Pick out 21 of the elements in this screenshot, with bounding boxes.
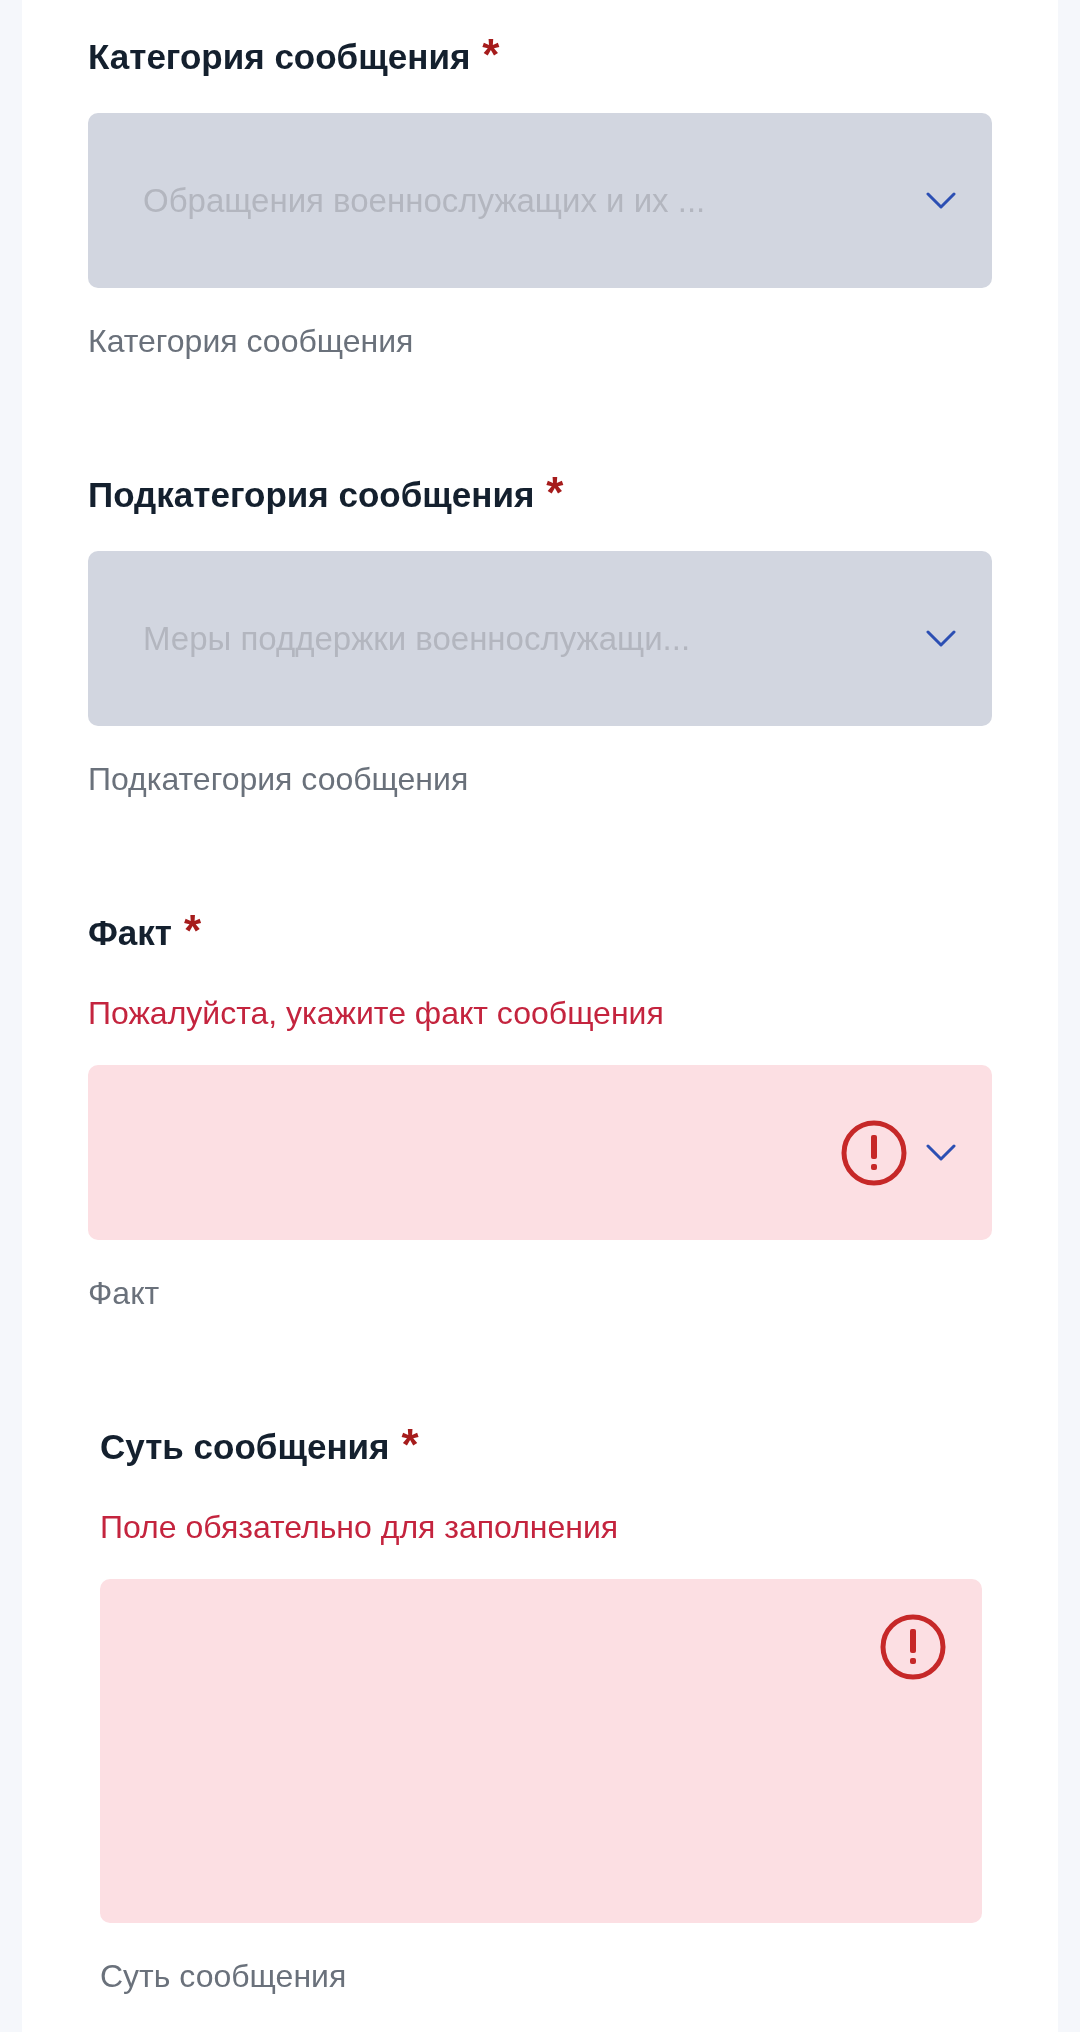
helper-text: Факт (88, 1274, 160, 1313)
error-message: Пожалуйста, укажите факт сообщения (88, 994, 664, 1033)
field-label: Факт (88, 912, 172, 954)
chevron-down-icon (926, 191, 956, 210)
field-label: Категория сообщения (88, 36, 471, 78)
field-label: Суть сообщения (100, 1426, 390, 1468)
error-icon (840, 1118, 908, 1187)
chevron-down-icon (926, 1143, 956, 1162)
error-message: Поле обязательно для заполнения (100, 1508, 619, 1547)
helper-text: Суть сообщения (100, 1957, 347, 1996)
required-mark: * (546, 473, 564, 513)
field-label: Подкатегория сообщения (88, 474, 535, 516)
error-icon (879, 1613, 947, 1681)
required-mark: * (401, 1425, 419, 1465)
helper-text: Подкатегория сообщения (88, 760, 469, 799)
helper-text: Категория сообщения (88, 322, 414, 361)
chevron-down-icon (926, 629, 956, 648)
required-mark: * (482, 35, 500, 75)
required-mark: * (184, 911, 202, 951)
select-field[interactable] (88, 1065, 992, 1240)
text-area[interactable] (100, 1579, 982, 1923)
